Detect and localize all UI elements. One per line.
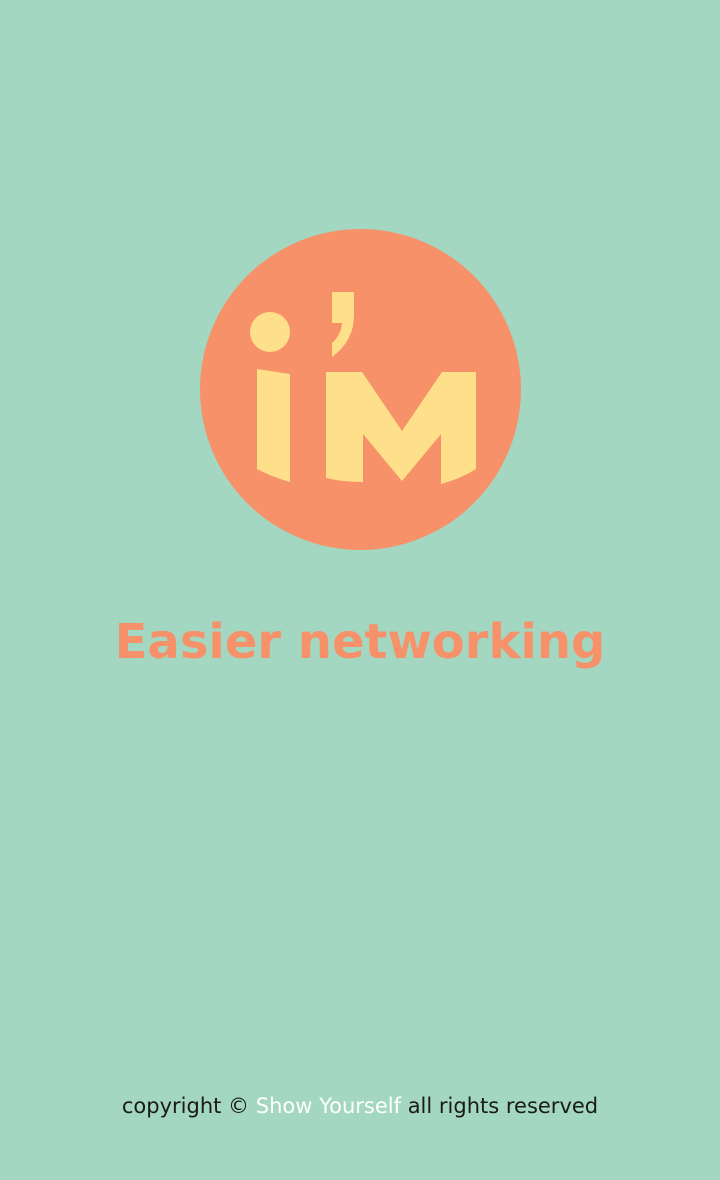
logo-i-dot (250, 312, 290, 352)
copyright-suffix: all rights reserved (407, 1094, 599, 1118)
splash-screen: Easier networking copyright © Show Yours… (0, 0, 720, 1180)
copyright-brand: Show Yourself (255, 1094, 401, 1118)
tagline-text: Easier networking (114, 614, 606, 670)
copyright-footer: copyright © Show Yourself all rights res… (0, 1090, 720, 1122)
logo-i-stem (257, 369, 290, 482)
im-logo-icon (200, 229, 521, 550)
copyright-prefix: copyright © (121, 1094, 250, 1118)
